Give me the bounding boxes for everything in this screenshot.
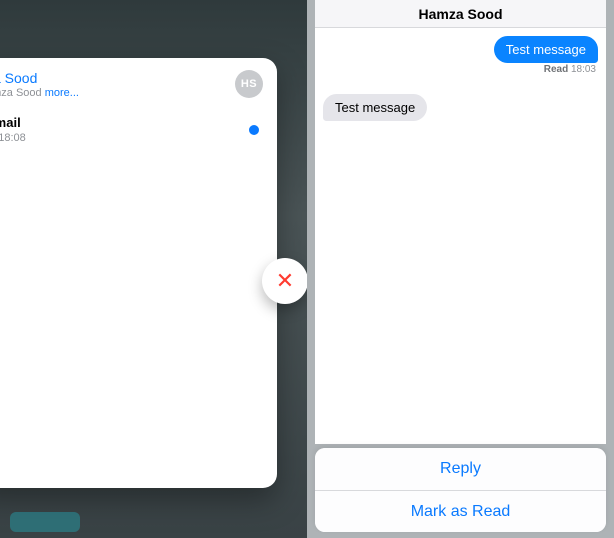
avatar: HS xyxy=(235,70,263,98)
mail-header: za Sood amza Sood more... HS xyxy=(0,70,263,99)
unread-dot-icon xyxy=(249,125,259,135)
sender-name: za Sood xyxy=(0,70,79,86)
more-link[interactable]: more... xyxy=(45,87,79,99)
read-time: 18:03 xyxy=(571,64,596,75)
sender-subline-prefix: amza Sood xyxy=(0,87,45,99)
email-subject: Email xyxy=(0,115,26,130)
mail-header-text: za Sood amza Sood more... xyxy=(0,70,79,99)
dock-blur xyxy=(10,512,80,532)
email-time: at 18:08 xyxy=(0,132,26,144)
conversation-body: Test message Read 18:03 Test message xyxy=(315,28,606,444)
close-icon: ✕ xyxy=(276,270,294,292)
conversation-header: Hamza Sood xyxy=(315,0,606,28)
email-row-text: Email at 18:08 xyxy=(0,115,26,144)
incoming-bubble[interactable]: Test message xyxy=(323,94,427,121)
email-row[interactable]: Email at 18:08 xyxy=(0,115,263,144)
reply-button[interactable]: Reply xyxy=(315,448,606,490)
right-pane: Hamza Sood Test message Read 18:03 Test … xyxy=(307,0,614,538)
conversation-title: Hamza Sood xyxy=(418,6,502,22)
action-sheet: Reply Mark as Read xyxy=(315,448,606,532)
mark-as-read-button[interactable]: Mark as Read xyxy=(315,490,606,532)
screenshot-root: za Sood amza Sood more... HS Email at 18… xyxy=(0,0,614,538)
mail-preview-card[interactable]: za Sood amza Sood more... HS Email at 18… xyxy=(0,58,277,488)
read-label: Read xyxy=(544,64,568,75)
read-receipt: Read 18:03 xyxy=(544,64,596,75)
sender-subline: amza Sood more... xyxy=(0,87,79,99)
left-pane: za Sood amza Sood more... HS Email at 18… xyxy=(0,0,307,538)
close-button[interactable]: ✕ xyxy=(262,258,308,304)
outgoing-bubble[interactable]: Test message xyxy=(494,36,598,63)
